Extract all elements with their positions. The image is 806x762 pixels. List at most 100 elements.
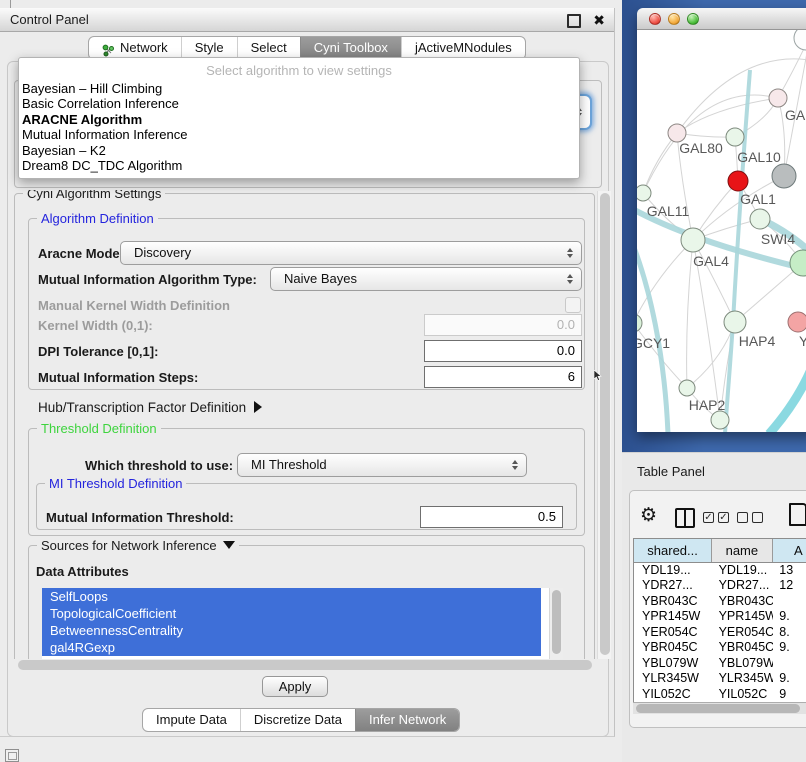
tab-impute-data[interactable]: Impute Data <box>143 709 240 731</box>
tab-style[interactable]: Style <box>181 37 237 59</box>
node-gal11[interactable] <box>637 185 651 201</box>
split-columns-icon[interactable] <box>675 508 695 528</box>
network-graph: GAL8 GAL80 GAL10 GAL1 GAL11 SWI4 GAL4 GC… <box>637 30 806 432</box>
tab-discretize-data-label: Discretize Data <box>254 709 342 731</box>
label-gal4: GAL4 <box>693 253 729 269</box>
node-gal4[interactable] <box>681 228 705 252</box>
threshold-definition-legend: Threshold Definition <box>37 421 161 436</box>
node-gal10[interactable] <box>726 128 744 146</box>
aracne-mode-combobox[interactable]: Discovery <box>120 241 582 265</box>
node-gal8[interactable] <box>769 89 787 107</box>
mi-steps-label: Mutual Information Steps: <box>38 370 198 385</box>
which-threshold-label: Which threshold to use: <box>85 458 233 473</box>
settings-vertical-scrollbar[interactable] <box>597 191 611 659</box>
node-hap2[interactable] <box>679 380 695 396</box>
tab-jactivemnodules[interactable]: jActiveMNodules <box>401 37 525 59</box>
network-canvas[interactable]: GAL8 GAL80 GAL10 GAL1 GAL11 SWI4 GAL4 GC… <box>637 30 806 432</box>
list-item[interactable]: gal4RGexp <box>42 639 541 656</box>
tab-cyni-toolbox[interactable]: Cyni Toolbox <box>300 37 401 59</box>
network-tab-icon <box>102 42 115 55</box>
close-traffic-light-icon[interactable] <box>649 13 661 25</box>
label-hap2: HAP2 <box>689 397 726 413</box>
mi-threshold-field[interactable]: 0.5 <box>420 506 563 528</box>
mouse-cursor <box>594 368 603 379</box>
column-header-partial[interactable]: A <box>773 539 806 562</box>
select-all-icon[interactable]: ✓✓ <box>703 512 729 523</box>
label-gal8: GAL8 <box>785 107 806 123</box>
node-gal1[interactable] <box>750 209 770 229</box>
node-gcy1[interactable] <box>637 314 642 332</box>
gear-icon[interactable]: ⚙ <box>640 504 657 526</box>
table-row[interactable]: YBR043CYBR043C <box>634 594 806 609</box>
table-row[interactable]: YBL079WYBL079W <box>634 656 806 671</box>
popup-item-basic-correlation[interactable]: Basic Correlation Inference <box>19 96 579 111</box>
node-salmon[interactable] <box>788 312 806 332</box>
node-partial-top[interactable] <box>794 30 806 50</box>
document-icon[interactable] <box>789 503 806 526</box>
zoom-traffic-light-icon[interactable] <box>687 13 699 25</box>
apply-button[interactable]: Apply <box>262 676 328 697</box>
network-window-titlebar[interactable] <box>637 8 806 30</box>
label-hap4: HAP4 <box>739 333 776 349</box>
node-red-selected[interactable] <box>728 171 748 191</box>
list-item[interactable]: SelfLoops <box>42 588 541 605</box>
table-horizontal-scrollbar[interactable] <box>633 702 806 714</box>
list-scrollbar[interactable] <box>549 588 563 659</box>
node-gray[interactable] <box>772 164 796 188</box>
list-item[interactable]: TopologicalCoefficient <box>42 605 541 622</box>
data-attributes-list: SelfLoops TopologicalCoefficient Between… <box>42 588 563 659</box>
table-row[interactable]: YDL19...YDL19...13 <box>634 563 806 578</box>
kernel-width-field: 0.0 <box>424 314 582 336</box>
node-hap4[interactable] <box>724 311 746 333</box>
dpi-tolerance-label: DPI Tolerance [0,1]: <box>38 344 158 359</box>
settings-horizontal-scrollbar[interactable] <box>16 659 594 672</box>
dpi-tolerance-field[interactable]: 0.0 <box>424 340 582 362</box>
mi-type-combobox[interactable]: Naive Bayes <box>270 267 582 291</box>
popup-item-bayesian-hill-climbing[interactable]: Bayesian – Hill Climbing <box>19 81 579 96</box>
mi-steps-field[interactable]: 6 <box>424 366 582 388</box>
popup-item-dream8[interactable]: Dream8 DC_TDC Algorithm <box>19 158 579 173</box>
tab-impute-data-label: Impute Data <box>156 709 227 731</box>
table-row[interactable]: YER054CYER054C8. <box>634 625 806 640</box>
tab-discretize-data[interactable]: Discretize Data <box>240 709 355 731</box>
dock-panel-icon[interactable] <box>5 749 19 762</box>
table-row[interactable]: YIL052CYIL052C9 <box>634 687 806 702</box>
combo-stepper-icon <box>567 248 573 258</box>
popup-item-aracne[interactable]: ARACNE Algorithm <box>19 112 579 127</box>
label-y-partial: Y <box>799 333 806 349</box>
table-row[interactable]: YBR045CYBR045C9. <box>634 640 806 655</box>
close-icon[interactable]: ✖ <box>593 9 605 31</box>
table-row[interactable]: YDR27...YDR27...12 <box>634 578 806 593</box>
cyni-bottom-tabbar: Impute Data Discretize Data Infer Networ… <box>142 708 460 732</box>
list-item[interactable]: BetweennessCentrality <box>42 622 541 639</box>
highlighted-edges <box>637 70 806 432</box>
table-body: YDL19...YDL19...13 YDR27...YDR27...12 YB… <box>633 563 806 702</box>
mi-type-value: Naive Bayes <box>284 271 357 286</box>
which-threshold-value: MI Threshold <box>251 457 327 472</box>
label-swi4: SWI4 <box>761 231 795 247</box>
which-threshold-combobox[interactable]: MI Threshold <box>237 453 527 477</box>
sources-legend[interactable]: Sources for Network Inference <box>37 538 239 553</box>
deselect-all-icon[interactable] <box>737 512 763 523</box>
hub-definition-toggle[interactable]: Hub/Transcription Factor Definition <box>38 400 262 415</box>
collapse-arrow-icon <box>223 541 235 549</box>
node-partial-bottom[interactable] <box>711 411 729 429</box>
control-panel-titlebar: Control Panel ✖ <box>0 8 614 32</box>
popup-item-mutual-information[interactable]: Mutual Information Inference <box>19 127 579 142</box>
window-frame-tick <box>10 0 11 8</box>
tab-network[interactable]: Network <box>89 37 181 59</box>
manual-kernel-checkbox[interactable] <box>565 297 581 313</box>
settings-scrollpane: Cyni Algorithm Settings Algorithm Defini… <box>8 190 597 659</box>
column-header-shared-name[interactable]: shared... <box>634 539 712 562</box>
minimize-traffic-light-icon[interactable] <box>668 13 680 25</box>
tab-cyni-toolbox-label: Cyni Toolbox <box>314 37 388 59</box>
tab-select[interactable]: Select <box>237 37 300 59</box>
popup-item-bayesian-k2[interactable]: Bayesian – K2 <box>19 143 579 158</box>
tab-jactivemnodules-label: jActiveMNodules <box>415 37 512 59</box>
table-row[interactable]: YPR145WYPR145W9. <box>634 609 806 624</box>
table-row[interactable]: YLR345WYLR345W9. <box>634 671 806 686</box>
float-window-icon[interactable] <box>567 14 581 28</box>
tab-infer-network[interactable]: Infer Network <box>355 709 459 731</box>
panel-title: Control Panel <box>10 8 89 31</box>
column-header-name[interactable]: name <box>712 539 772 562</box>
